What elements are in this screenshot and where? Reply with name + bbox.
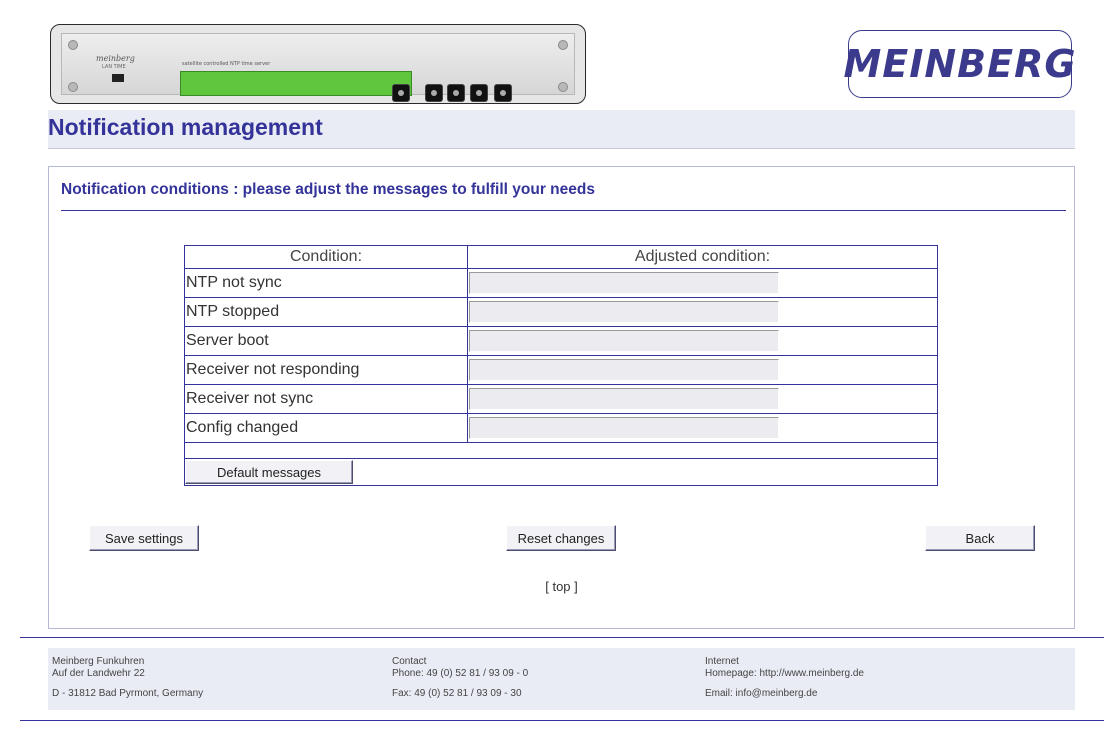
lcd-display <box>180 71 412 96</box>
condition-label: Receiver not responding <box>184 355 468 385</box>
top-link[interactable]: [ top ] <box>49 579 1074 594</box>
footer-internet: Internet Homepage: http://www.meinberg.d… <box>705 656 864 700</box>
condition-label: Server boot <box>184 326 468 356</box>
screw-icon <box>68 40 78 50</box>
device-model: LAN TIME <box>102 64 126 70</box>
device-button-icon <box>447 84 465 102</box>
device-button-icon <box>425 84 443 102</box>
section-title: Notification conditions : please adjust … <box>61 181 595 198</box>
adjusted-condition-input[interactable] <box>469 301 779 323</box>
footer-company: Meinberg Funkuhren <box>52 656 145 667</box>
device-button-icon <box>470 84 488 102</box>
footer-homepage-link[interactable]: Homepage: http://www.meinberg.de <box>705 668 864 680</box>
adjusted-condition-input[interactable] <box>469 417 779 439</box>
condition-label: NTP stopped <box>184 297 468 327</box>
condition-label: Receiver not sync <box>184 384 468 414</box>
footer-contact-label: Contact <box>392 656 427 667</box>
footer: Meinberg Funkuhren Auf der Landwehr 22 D… <box>48 648 1075 710</box>
table-button-row: Default messages <box>184 458 938 486</box>
device-brand: meinberg <box>96 54 135 63</box>
table-row: NTP not sync <box>184 268 938 298</box>
device-caption: satellite controlled NTP time server <box>182 61 271 67</box>
footer-address: Meinberg Funkuhren Auf der Landwehr 22 D… <box>52 656 203 700</box>
table-row: Receiver not responding <box>184 355 938 385</box>
adjusted-condition-input[interactable] <box>469 272 779 294</box>
footer-divider-bottom <box>20 720 1104 721</box>
footer-fax: Fax: 49 (0) 52 81 / 93 09 - 30 <box>392 688 522 699</box>
adjusted-condition-input[interactable] <box>469 359 779 381</box>
footer-email-link[interactable]: Email: info@meinberg.de <box>705 688 864 700</box>
reset-changes-button[interactable]: Reset changes <box>506 525 616 551</box>
column-header-condition: Condition: <box>184 245 468 269</box>
conditions-table: Condition: Adjusted condition: NTP not s… <box>184 245 938 486</box>
adjusted-condition-input[interactable] <box>469 388 779 410</box>
table-header-row: Condition: Adjusted condition: <box>184 245 938 269</box>
adjusted-condition-input[interactable] <box>469 330 779 352</box>
page-title: Notification management <box>48 114 323 140</box>
column-header-adjusted: Adjusted condition: <box>467 245 938 269</box>
table-row: Config changed <box>184 413 938 443</box>
section-divider <box>61 210 1066 211</box>
footer-internet-label: Internet <box>705 656 739 667</box>
footer-street: Auf der Landwehr 22 <box>52 668 145 679</box>
device-button-icon <box>392 84 410 102</box>
table-row: Receiver not sync <box>184 384 938 414</box>
device-button-icon <box>494 84 512 102</box>
page-title-bar: Notification management <box>48 110 1075 149</box>
table-spacer-row <box>184 442 938 459</box>
back-button[interactable]: Back <box>925 525 1035 551</box>
default-messages-button[interactable]: Default messages <box>185 460 353 484</box>
table-row: NTP stopped <box>184 297 938 327</box>
condition-label: Config changed <box>184 413 468 443</box>
footer-phone: Phone: 49 (0) 52 81 / 93 09 - 0 <box>392 668 529 679</box>
device-image: meinberg LAN TIME satellite controlled N… <box>50 24 586 104</box>
screw-icon <box>558 40 568 50</box>
meinberg-logo: MEINBERG <box>843 30 1076 98</box>
save-settings-button[interactable]: Save settings <box>89 525 199 551</box>
footer-contact: Contact Phone: 49 (0) 52 81 / 93 09 - 0 … <box>392 656 528 700</box>
usb-port-icon <box>112 74 124 82</box>
device-front-panel: meinberg LAN TIME satellite controlled N… <box>61 33 575 102</box>
table-row: Server boot <box>184 326 938 356</box>
screw-icon <box>68 82 78 92</box>
screw-icon <box>558 82 568 92</box>
footer-city: D - 31812 Bad Pyrmont, Germany <box>52 688 204 699</box>
main-panel: Notification conditions : please adjust … <box>48 166 1075 629</box>
condition-label: NTP not sync <box>184 268 468 298</box>
footer-divider-top <box>20 637 1104 638</box>
